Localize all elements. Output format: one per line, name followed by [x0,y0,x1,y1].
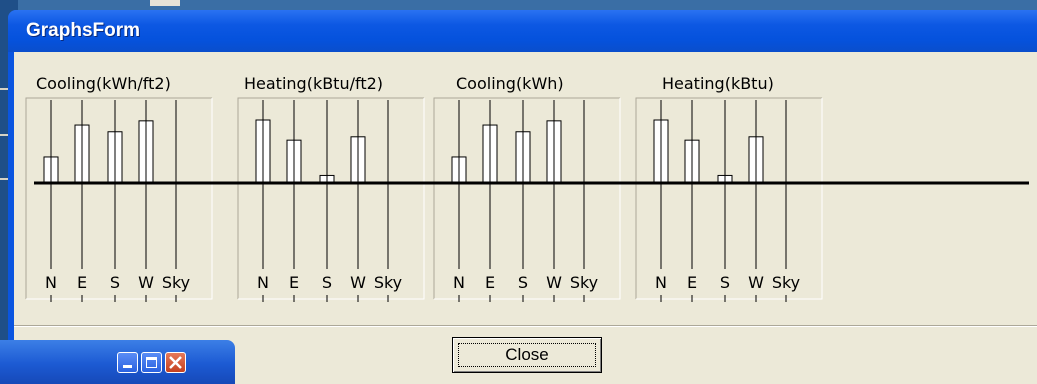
panel-frame [26,98,213,300]
category-label: S [110,273,120,292]
category-label: E [485,273,495,292]
close-button-label: Close [505,345,549,364]
close-button[interactable]: Close [452,337,602,373]
category-label: W [546,273,562,292]
close-x-icon [169,356,182,369]
category-label: Sky [162,273,190,292]
title-bar[interactable]: GraphsForm [8,10,1037,52]
category-label: W [138,273,154,292]
category-label: W [748,273,764,292]
maximize-button[interactable] [141,352,162,373]
chart-title: Heating(kBtu) [662,74,774,93]
category-label: Sky [772,273,800,292]
background-window-fragment [150,0,180,6]
category-label: Sky [570,273,598,292]
category-label: S [720,273,730,292]
category-label: N [45,273,57,292]
minimized-window-titlebar[interactable] [0,340,235,384]
category-label: E [687,273,697,292]
category-label: S [518,273,528,292]
separator-line [14,325,1037,327]
panel-frame [434,98,621,300]
client-area: Cooling(kWh/ft2) N E S W Sky Heating(kBtu/ft2)… [14,52,1037,384]
close-window-button[interactable] [165,352,186,373]
category-label: Sky [374,273,402,292]
category-label: E [77,273,87,292]
chart-title: Cooling(kWh/ft2) [36,74,171,93]
maximize-icon [146,357,157,368]
minimize-button[interactable] [117,352,138,373]
category-label: N [257,273,269,292]
graphs-form-window: GraphsForm Cooling(kWh/ft2) N E S W Sky Heatin… [8,10,1037,384]
minimize-icon [123,365,132,368]
category-label: E [289,273,299,292]
panel-frame [25,97,212,299]
window-title: GraphsForm [26,20,141,41]
graphs-panel: Cooling(kWh/ft2)N E S W SkyHeating(kBtu/ft2)… [25,74,1029,302]
category-label: W [350,273,366,292]
category-label: N [655,273,667,292]
panel-frame [433,97,620,299]
chart-title: Heating(kBtu/ft2) [244,74,383,93]
chart-title: Cooling(kWh) [456,74,564,93]
category-label: S [322,273,332,292]
category-label: N [453,273,465,292]
